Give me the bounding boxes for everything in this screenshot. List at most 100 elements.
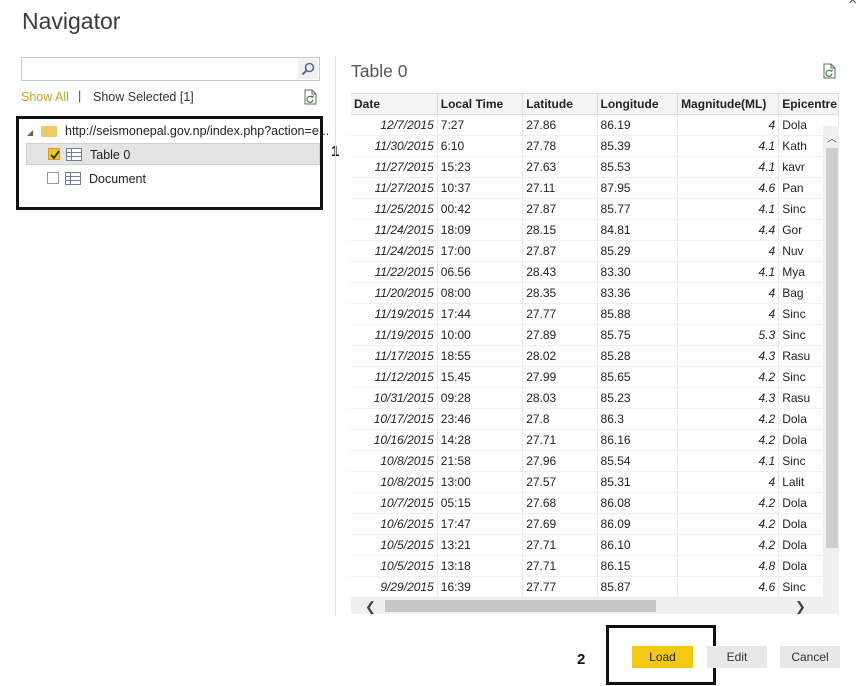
table-row[interactable]: 10/17/2015 23:46 27.8 86.3 4.2 Dola [351, 408, 839, 430]
table-row[interactable]: 11/19/2015 10:00 27.89 85.75 5.3 Sinc [351, 324, 839, 346]
column-header[interactable]: Local Time [437, 94, 524, 115]
table-cell: 27.96 [522, 450, 598, 472]
tree-item-document[interactable]: Document [26, 168, 320, 190]
vertical-scroll-thumb[interactable] [826, 148, 838, 548]
table-cell: 13:18 [437, 555, 524, 577]
table-cell: 27.89 [522, 324, 598, 346]
cancel-button[interactable]: Cancel [780, 646, 840, 668]
refresh-icon[interactable] [303, 89, 319, 106]
table-cell: 17:00 [437, 240, 524, 262]
table-cell: 08:00 [437, 282, 524, 304]
table-cell: 9/29/2015 [351, 576, 438, 598]
show-all-link[interactable]: Show All [21, 90, 69, 104]
table-row[interactable]: 11/27/2015 10:37 27.11 87.95 4.6 Pan [351, 177, 839, 199]
table-cell: 10/6/2015 [351, 513, 438, 535]
tree-highlight-box: ◢ http://seismonepal.gov.np/index.php?ac… [16, 116, 329, 210]
scroll-left-icon[interactable]: ❮ [365, 599, 376, 615]
table-cell: 13:00 [437, 471, 524, 493]
checkbox-document[interactable] [47, 172, 59, 184]
table-body: 12/7/2015 7:27 27.86 86.19 4 Dola 11/30/2015 6:… [351, 114, 839, 598]
tree-item-label: Document [89, 172, 146, 186]
table-row[interactable]: 10/8/2015 13:00 27.57 85.31 4 Lalit [351, 471, 839, 493]
table-cell: 27.63 [522, 156, 598, 178]
table-row[interactable]: 11/12/2015 15.45 27.99 85.65 4.2 Sinc [351, 366, 839, 388]
table-cell: 86.3 [597, 408, 679, 430]
navigator-title: Navigator [22, 8, 121, 34]
table-cell: 11/19/2015 [351, 303, 438, 325]
tree-root[interactable]: ◢ http://seismonepal.gov.np/index.php?ac… [23, 121, 329, 143]
table-cell: 27.77 [522, 303, 598, 325]
vertical-scrollbar[interactable]: ︿ [823, 126, 839, 597]
table-cell: 85.65 [597, 366, 679, 388]
table-row[interactable]: 10/6/2015 17:47 27.69 86.09 4.2 Dola [351, 513, 839, 535]
edit-button[interactable]: Edit [707, 646, 767, 668]
table-row[interactable]: 11/17/2015 18:55 28.02 85.28 4.3 Rasu [351, 345, 839, 367]
table-row[interactable]: 10/31/2015 09:28 28.03 85.23 4.3 Rasu [351, 387, 839, 409]
table-cell: 5.3 [677, 324, 780, 346]
table-row[interactable]: 11/24/2015 18:09 28.15 84.81 4.4 Gor [351, 219, 839, 241]
table-row[interactable]: 10/16/2015 14:28 27.71 86.16 4.2 Dola [351, 429, 839, 451]
table-cell: 4.3 [677, 387, 780, 409]
table-row[interactable]: 11/30/2015 6:10 27.78 85.39 4.1 Kath [351, 135, 839, 157]
table-cell: 4.1 [677, 198, 780, 220]
checkmark-icon [50, 150, 60, 160]
table-cell: 4 [677, 282, 780, 304]
table-row[interactable]: 10/5/2015 13:18 27.71 86.15 4.8 Dola [351, 555, 839, 577]
table-cell: 85.28 [597, 345, 679, 367]
horizontal-scrollbar[interactable]: ❮ ❯ [351, 598, 839, 614]
table-cell: 10/7/2015 [351, 492, 438, 514]
column-header[interactable]: Epicentre [778, 94, 839, 115]
table-cell: 4 [677, 240, 780, 262]
horizontal-scroll-thumb[interactable] [385, 600, 656, 612]
table-cell: 84.81 [597, 219, 679, 241]
table-cell: 11/17/2015 [351, 345, 438, 367]
preview-grid[interactable]: Date Local Time Latitude Longitude Magni… [351, 93, 839, 598]
table-cell: 86.15 [597, 555, 679, 577]
table-row[interactable]: 11/22/2015 06.56 28.43 83.30 4.1 Mya [351, 261, 839, 283]
load-button[interactable]: Load [632, 646, 693, 668]
table-row[interactable]: 11/19/2015 17:44 27.77 85.88 4 Sinc [351, 303, 839, 325]
table-row[interactable]: 10/7/2015 05:15 27.68 86.08 4.2 Dola [351, 492, 839, 514]
table-row[interactable]: 9/29/2015 16:39 27.77 85.87 4.6 Sinc [351, 576, 839, 598]
table-cell: 27.86 [522, 114, 598, 136]
close-icon[interactable]: × [848, 0, 857, 10]
table-row[interactable]: 12/7/2015 7:27 27.86 86.19 4 Dola [351, 114, 839, 136]
table-cell: 06.56 [437, 261, 524, 283]
search-icon [301, 62, 315, 76]
column-header[interactable]: Longitude [597, 94, 679, 115]
column-header[interactable]: Magnitude(ML) [677, 94, 780, 115]
table-row[interactable]: 11/24/2015 17:00 27.87 85.29 4 Nuv [351, 240, 839, 262]
search-input[interactable] [24, 60, 300, 80]
refresh-icon[interactable] [822, 63, 838, 80]
table-cell: 4.1 [677, 135, 780, 157]
table-cell: 27.57 [522, 471, 598, 493]
checkbox-table-0[interactable] [48, 148, 60, 160]
table-row[interactable]: 11/25/2015 00:42 27.87 85.77 4.1 Sinc [351, 198, 839, 220]
show-selected-link[interactable]: Show Selected [1] [93, 90, 194, 104]
table-cell: 27.71 [522, 429, 598, 451]
table-cell: 23:46 [437, 408, 524, 430]
table-cell: 13:21 [437, 534, 524, 556]
table-cell: 86.16 [597, 429, 679, 451]
table-cell: 27.71 [522, 534, 598, 556]
table-cell: 4.6 [677, 576, 780, 598]
table-row[interactable]: 11/20/2015 08:00 28.35 83.36 4 Bag [351, 282, 839, 304]
scroll-right-icon[interactable]: ❯ [795, 599, 806, 615]
table-cell: 18:09 [437, 219, 524, 241]
preview-title: Table 0 [351, 61, 408, 81]
table-row[interactable]: 10/8/2015 21:58 27.96 85.54 4.1 Sinc [351, 450, 839, 472]
table-row[interactable]: 11/27/2015 15:23 27.63 85.53 4.1 kavr [351, 156, 839, 178]
table-cell: 28.35 [522, 282, 598, 304]
collapse-triangle-icon[interactable]: ◢ [27, 128, 33, 137]
column-header[interactable]: Latitude [522, 94, 598, 115]
table-cell: 27.87 [522, 240, 598, 262]
table-cell: 11/20/2015 [351, 282, 438, 304]
table-row[interactable]: 10/5/2015 13:21 27.71 86.10 4.2 Dola [351, 534, 839, 556]
header-row: Date Local Time Latitude Longitude Magni… [351, 94, 839, 115]
scroll-up-icon[interactable]: ︿ [827, 130, 837, 145]
table-cell: 4.2 [677, 408, 780, 430]
table-cell: 83.36 [597, 282, 679, 304]
tree-item-table-0[interactable]: Table 0 [26, 143, 320, 165]
search-button[interactable] [298, 59, 318, 79]
column-header[interactable]: Date [351, 94, 438, 115]
